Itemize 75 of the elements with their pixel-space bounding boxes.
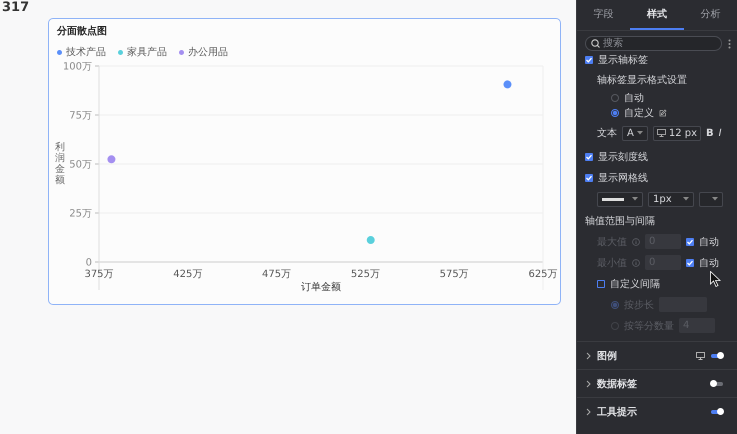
font-color-select[interactable]: A	[622, 126, 648, 140]
legend-label: 家具产品	[127, 46, 167, 59]
line-width-select[interactable]: 1px	[648, 192, 694, 206]
edit-icon[interactable]	[659, 108, 667, 116]
caret-icon	[632, 197, 638, 201]
collapsible-section[interactable]: 数据标签	[577, 369, 737, 397]
toggle-switch[interactable]	[711, 354, 723, 358]
page-number: 317	[1, 0, 30, 16]
tab[interactable]: 样式	[630, 0, 684, 30]
chevron-right-icon	[586, 408, 591, 416]
info-icon	[632, 258, 640, 266]
checkbox-label: 自动	[699, 236, 719, 248]
toggle-switch[interactable]	[711, 382, 723, 386]
x-tick-label: 575万	[440, 269, 469, 280]
section-title: 数据标签	[597, 378, 638, 390]
legend-label: 办公用品	[188, 46, 228, 59]
font-size-field[interactable]: 12 px	[652, 126, 702, 140]
info-icon	[632, 238, 640, 246]
checkbox-label: 显示刻度线	[598, 150, 648, 164]
x-tick-label: 425万	[173, 269, 202, 280]
y-tick-label: 0	[86, 258, 92, 268]
legend-item[interactable]: 办公用品	[179, 45, 228, 59]
check-icon	[686, 238, 694, 246]
checkbox-label: 显示网格线	[598, 172, 648, 184]
tab[interactable]: 字段	[577, 0, 630, 30]
radio-label: 自动	[624, 92, 644, 104]
caret-icon	[712, 197, 718, 201]
y-tick-label: 100万	[62, 62, 92, 72]
caret-icon	[636, 131, 643, 135]
x-tick-label: 475万	[262, 269, 292, 280]
legend-item[interactable]: 技术产品	[57, 45, 106, 59]
check-icon	[585, 56, 593, 64]
y-tick-label: 25万	[69, 208, 92, 220]
chevron-right-icon	[586, 380, 591, 388]
x-tick-label: 625万	[528, 269, 558, 280]
legend-item[interactable]: 家具产品	[118, 45, 167, 59]
y-tick-label: 75万	[69, 110, 92, 122]
search-icon	[591, 39, 600, 48]
checkbox-label: 显示轴标签	[598, 54, 648, 67]
italic-button[interactable]: I	[718, 128, 722, 138]
line-style-select[interactable]	[597, 192, 643, 206]
section-title: 工具提示	[597, 406, 638, 418]
y-tick-label: 50万	[69, 160, 92, 170]
section-label: 轴标签显示格式设置	[597, 74, 687, 86]
solid-line-icon	[602, 198, 624, 200]
text-label: 文本	[597, 126, 617, 140]
legend-label: 技术产品	[66, 46, 106, 59]
radio-button[interactable]	[611, 94, 619, 102]
chevron-right-icon	[586, 352, 591, 360]
check-icon	[585, 152, 593, 160]
radio-button[interactable]	[611, 108, 619, 116]
bold-button[interactable]: B	[706, 128, 714, 138]
more-icon[interactable]	[728, 38, 731, 48]
search-field[interactable]: 搜索	[585, 36, 722, 51]
x-axis-title: 订单金额	[301, 282, 341, 293]
section-title: 图例	[597, 350, 618, 362]
collapsible-section[interactable]: 图例	[577, 341, 737, 369]
cursor-icon	[710, 271, 721, 287]
toggle-switch[interactable]	[711, 410, 723, 414]
checkbox-label: 自定义间隔	[610, 278, 660, 290]
tab[interactable]: 分析	[684, 0, 737, 30]
section-label: 轴值范围与间隔	[585, 214, 655, 228]
y-axis-title: 利润金额	[55, 142, 65, 186]
line-color-select[interactable]	[699, 192, 723, 206]
checkbox-label: 自动	[699, 256, 719, 270]
x-tick-label: 525万	[350, 269, 380, 280]
checkbox[interactable]	[597, 280, 605, 288]
monitor-icon	[656, 129, 666, 137]
collapsible-section[interactable]: 工具提示	[577, 397, 737, 425]
chart-title: 分面散点图	[57, 24, 107, 38]
caret-icon	[683, 197, 689, 201]
check-icon	[585, 174, 593, 182]
x-tick-label: 375万	[84, 269, 114, 280]
radio-label: 自定义	[624, 106, 654, 120]
check-icon	[686, 258, 694, 266]
